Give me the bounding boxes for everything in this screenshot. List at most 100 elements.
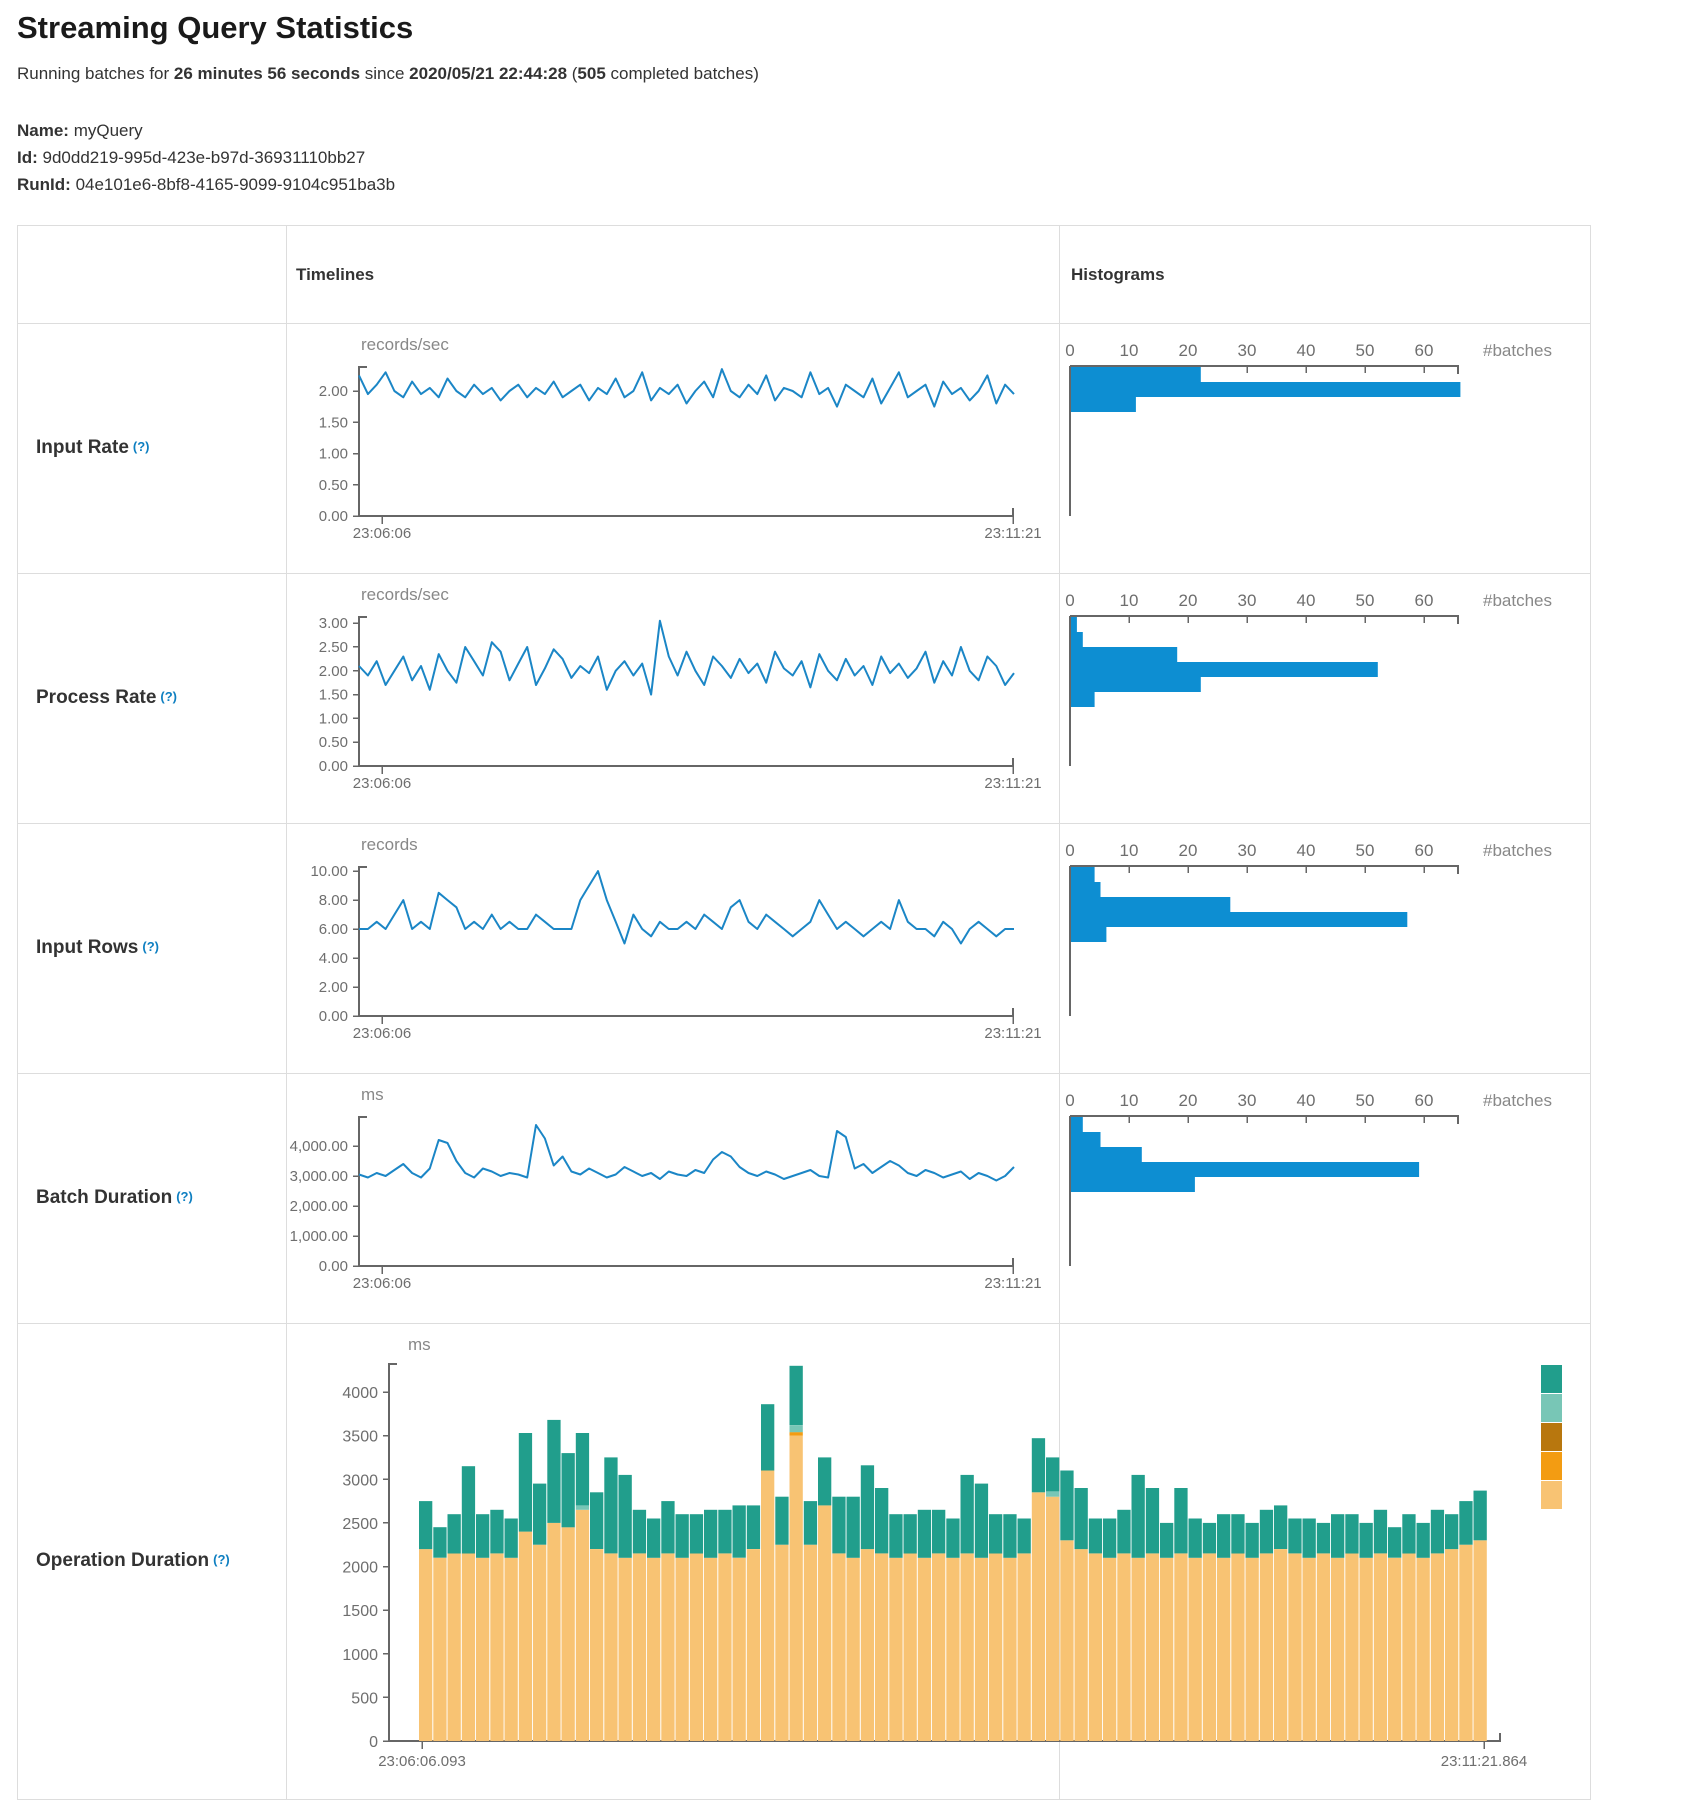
svg-text:40: 40 (1297, 591, 1316, 610)
svg-text:#batches: #batches (1483, 1091, 1552, 1110)
svg-text:#batches: #batches (1483, 341, 1552, 360)
svg-text:8.00: 8.00 (319, 892, 348, 909)
svg-text:ms: ms (361, 1085, 384, 1104)
svg-text:0.50: 0.50 (319, 734, 348, 751)
help-icon[interactable]: (?) (176, 1189, 193, 1204)
svg-text:20: 20 (1179, 841, 1198, 860)
svg-text:60: 60 (1415, 591, 1434, 610)
svg-text:0: 0 (1065, 841, 1074, 860)
svg-text:1.00: 1.00 (319, 446, 348, 463)
svg-text:60: 60 (1415, 1091, 1434, 1110)
legend-swatch (1541, 1365, 1562, 1393)
input-rows-timeline: records0.002.004.006.008.0010.0023:06:06… (286, 823, 1059, 1073)
runid-label: RunId: (17, 175, 71, 194)
row-label-process-rate: Process Rate (?) (18, 573, 286, 823)
page-title: Streaming Query Statistics (17, 10, 413, 46)
operation-duration-chart: ms0500100015002000250030003500400023:06:… (286, 1323, 1592, 1804)
svg-text:500: 500 (351, 1690, 378, 1707)
svg-text:4000: 4000 (342, 1385, 378, 1402)
legend-swatch (1541, 1452, 1562, 1480)
name-label: Name: (17, 121, 69, 140)
row-label-text: Input Rate (36, 437, 129, 459)
svg-text:23:11:21: 23:11:21 (984, 1275, 1041, 1292)
svg-text:30: 30 (1238, 841, 1257, 860)
help-icon[interactable]: (?) (133, 439, 150, 454)
svg-text:30: 30 (1238, 1091, 1257, 1110)
svg-text:1500: 1500 (342, 1603, 378, 1620)
row-label-text: Process Rate (36, 687, 156, 709)
row-label-operation-duration: Operation Duration (?) (18, 1323, 286, 1799)
summary-text: ( (567, 64, 577, 83)
svg-text:2000: 2000 (342, 1560, 378, 1577)
histograms-header: Histograms (1071, 226, 1165, 323)
svg-text:records/sec: records/sec (361, 335, 449, 354)
query-runid-line: RunId: 04e101e6-8bf8-4165-9099-9104c951b… (17, 171, 395, 198)
running-duration: 26 minutes 56 seconds (174, 64, 360, 83)
svg-text:50: 50 (1356, 1091, 1375, 1110)
svg-text:0.00: 0.00 (319, 508, 348, 525)
stats-table: Timelines Histograms Input Rate(?) Proce… (17, 225, 1591, 1800)
svg-text:40: 40 (1297, 841, 1316, 860)
svg-text:1.50: 1.50 (319, 687, 348, 704)
svg-text:0.50: 0.50 (319, 477, 348, 494)
svg-text:23:11:21: 23:11:21 (984, 775, 1041, 792)
svg-text:0.00: 0.00 (319, 1008, 348, 1025)
help-icon[interactable]: (?) (142, 939, 159, 954)
svg-text:2.50: 2.50 (319, 639, 348, 656)
svg-text:3500: 3500 (342, 1429, 378, 1446)
runid-value: 04e101e6-8bf8-4165-9099-9104c951ba3b (76, 175, 396, 194)
svg-text:0.00: 0.00 (319, 1258, 348, 1275)
svg-text:6.00: 6.00 (319, 921, 348, 938)
operation-duration: ms0500100015002000250030003500400023:06:… (286, 1323, 1592, 1799)
help-icon[interactable]: (?) (213, 1552, 230, 1567)
batch-duration-histogram: 0102030405060#batches (1059, 1073, 1592, 1323)
svg-text:60: 60 (1415, 341, 1434, 360)
svg-text:23:06:06: 23:06:06 (353, 775, 411, 792)
input-rate-timeline: records/sec0.000.501.001.502.0023:06:062… (286, 323, 1059, 573)
completed-batches-count: 505 (577, 64, 605, 83)
running-batches-summary: Running batches for 26 minutes 56 second… (17, 64, 759, 84)
svg-text:23:11:21: 23:11:21 (984, 1025, 1041, 1042)
input-rate-histogram-chart: 0102030405060#batches (1059, 323, 1592, 578)
svg-text:10: 10 (1120, 841, 1139, 860)
help-icon[interactable]: (?) (160, 689, 177, 704)
row-label-input-rows: Input Rows(?) (18, 823, 286, 1073)
svg-text:23:06:06: 23:06:06 (353, 1275, 411, 1292)
svg-text:#batches: #batches (1483, 591, 1552, 610)
id-value: 9d0dd219-995d-423e-b97d-36931110bb27 (43, 148, 366, 167)
input-rate-histogram: 0102030405060#batches (1059, 323, 1592, 573)
row-label-input-rate: Input Rate (?) (18, 323, 286, 573)
svg-text:30: 30 (1238, 341, 1257, 360)
svg-text:0: 0 (1065, 591, 1074, 610)
legend-swatch (1541, 1481, 1562, 1509)
svg-text:1,000.00: 1,000.00 (290, 1228, 348, 1245)
svg-text:30: 30 (1238, 591, 1257, 610)
svg-text:40: 40 (1297, 341, 1316, 360)
input-rate-timeline-chart: records/sec0.000.501.001.502.0023:06:062… (286, 323, 1059, 578)
svg-text:50: 50 (1356, 841, 1375, 860)
svg-text:10.00: 10.00 (310, 863, 348, 880)
svg-text:1000: 1000 (342, 1647, 378, 1664)
svg-text:1.50: 1.50 (319, 414, 348, 431)
query-name-line: Name: myQuery (17, 117, 395, 144)
svg-text:2500: 2500 (342, 1516, 378, 1533)
row-label-text: Operation Duration (36, 1550, 209, 1572)
svg-text:0: 0 (369, 1734, 378, 1751)
input-rows-timeline-chart: records0.002.004.006.008.0010.0023:06:06… (286, 823, 1059, 1078)
process-rate-timeline: records/sec0.000.501.001.502.002.503.002… (286, 573, 1059, 823)
summary-text: since (360, 64, 409, 83)
svg-text:10: 10 (1120, 1091, 1139, 1110)
svg-text:20: 20 (1179, 341, 1198, 360)
input-rows-histogram: 0102030405060#batches (1059, 823, 1592, 1073)
input-rows-histogram-chart: 0102030405060#batches (1059, 823, 1592, 1078)
start-timestamp: 2020/05/21 22:44:28 (409, 64, 567, 83)
svg-text:50: 50 (1356, 341, 1375, 360)
svg-text:1.00: 1.00 (319, 710, 348, 727)
svg-text:2.00: 2.00 (319, 663, 348, 680)
svg-text:3.00: 3.00 (319, 615, 348, 632)
svg-text:20: 20 (1179, 1091, 1198, 1110)
svg-text:4.00: 4.00 (319, 950, 348, 967)
svg-text:40: 40 (1297, 1091, 1316, 1110)
row-label-text: Batch Duration (36, 1187, 172, 1209)
svg-text:3,000.00: 3,000.00 (290, 1168, 348, 1185)
